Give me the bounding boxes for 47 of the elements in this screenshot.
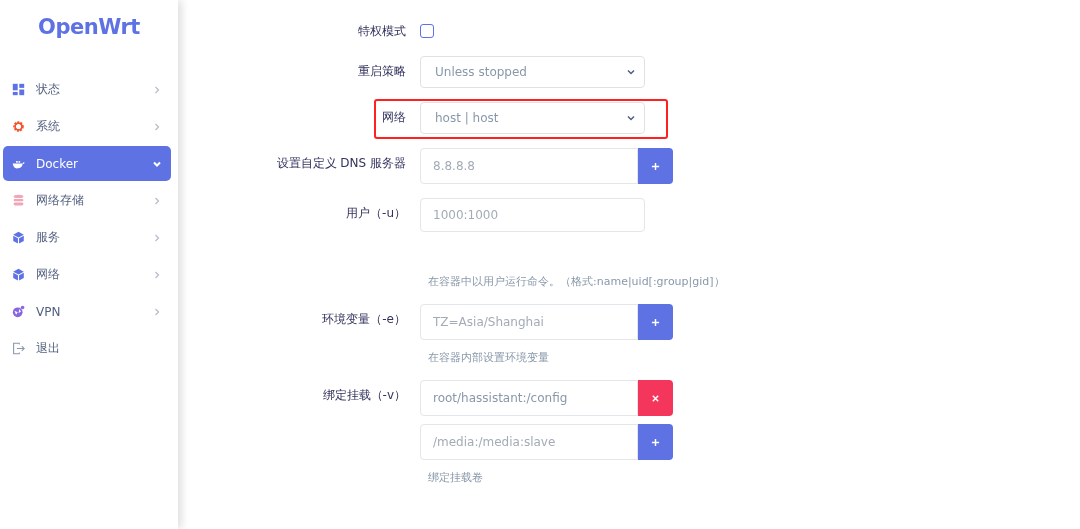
chevron-right-icon bbox=[152, 232, 162, 243]
database-icon bbox=[12, 194, 25, 207]
help-text: 在容器中以用户运行命令。（格式:name|uid[:group|gid]） bbox=[428, 274, 725, 290]
add-button[interactable] bbox=[638, 304, 673, 340]
caret-icon bbox=[626, 67, 636, 77]
input-field[interactable]: 1000:1000 bbox=[420, 198, 645, 232]
sidebar-item[interactable]: 系统 bbox=[3, 109, 171, 144]
sidebar-item[interactable]: VPN bbox=[3, 294, 171, 329]
logo: OpenWrt bbox=[37, 15, 141, 39]
field-label: 网络 bbox=[381, 109, 407, 126]
cube-icon bbox=[12, 268, 25, 281]
input-field[interactable]: TZ=Asia/Shanghai bbox=[420, 304, 638, 340]
sidebar-item[interactable]: 状态 bbox=[3, 72, 171, 107]
field-label: 特权模式 bbox=[357, 23, 407, 40]
chevron-right-icon bbox=[152, 306, 162, 317]
sidebar-item[interactable]: Docker bbox=[3, 146, 171, 181]
add-button[interactable] bbox=[638, 148, 673, 184]
field-label: 重启策略 bbox=[357, 63, 407, 80]
caret-icon bbox=[626, 113, 636, 123]
logout-icon bbox=[12, 342, 25, 355]
input-field[interactable]: 8.8.8.8 bbox=[420, 148, 638, 184]
plus-icon bbox=[651, 317, 660, 327]
gear-icon bbox=[12, 120, 25, 133]
chevron-right-icon bbox=[152, 269, 162, 280]
plus-icon bbox=[651, 161, 660, 171]
chevron-right-icon bbox=[152, 195, 162, 206]
field-label: 用户（-u） bbox=[345, 205, 407, 222]
cube-icon bbox=[12, 231, 25, 244]
help-text: 绑定挂载卷 bbox=[428, 470, 483, 486]
field-label: 设置自定义 DNS 服务器 bbox=[275, 155, 407, 172]
sidebar-item[interactable]: 服务 bbox=[3, 220, 171, 255]
sidebar-item[interactable]: 退出 bbox=[3, 331, 171, 366]
checkbox[interactable] bbox=[420, 24, 434, 38]
sidebar-item[interactable]: 网络存储 bbox=[3, 183, 171, 218]
sidebar-item[interactable]: 网络 bbox=[3, 257, 171, 292]
chevron-right-icon bbox=[152, 121, 162, 132]
field-label: 绑定挂载（-v） bbox=[321, 387, 407, 404]
field-label: 环境变量（-e） bbox=[321, 311, 407, 328]
input-field[interactable]: /media:/media:slave bbox=[420, 424, 638, 460]
globe-icon bbox=[12, 305, 25, 318]
remove-button[interactable] bbox=[638, 380, 673, 416]
plus-icon bbox=[651, 437, 660, 447]
close-icon bbox=[651, 393, 660, 403]
chevron-right-icon bbox=[152, 84, 162, 95]
add-button[interactable] bbox=[638, 424, 673, 460]
help-text: 在容器内部设置环境变量 bbox=[428, 350, 549, 366]
grid-icon bbox=[12, 83, 25, 96]
